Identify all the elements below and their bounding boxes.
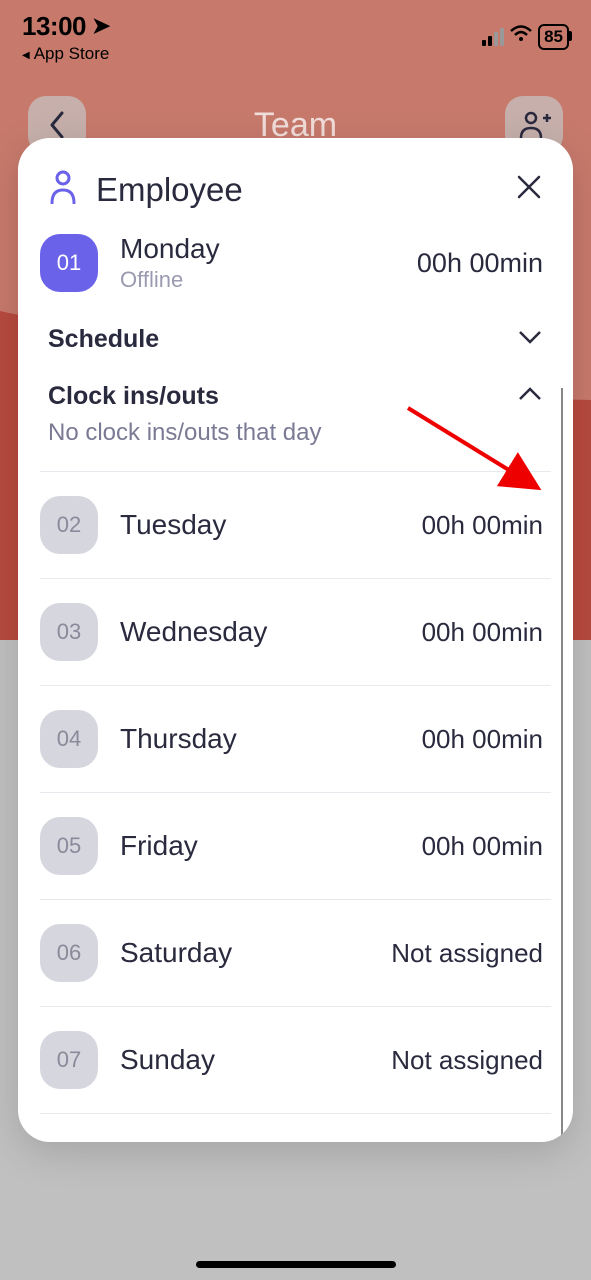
day-number-badge: 01 <box>40 234 98 292</box>
day-number-badge: 03 <box>40 603 98 661</box>
day-name: Wednesday <box>120 616 422 648</box>
back-to-app[interactable]: App Store <box>22 44 110 64</box>
status-bar: 13:00 ➤ App Store 85 <box>0 0 591 64</box>
chevron-down-icon <box>517 329 543 350</box>
day-row[interactable]: 03 Wednesday 00h 00min <box>18 579 573 685</box>
day-row-active[interactable]: 01 Monday Offline 00h 00min <box>18 227 573 311</box>
day-number-badge: 05 <box>40 817 98 875</box>
status-time: 13:00 <box>22 11 86 42</box>
schedule-section-toggle[interactable]: Schedule <box>18 311 573 368</box>
day-duration: 00h 00min <box>422 617 543 648</box>
day-name: Monday <box>120 233 417 265</box>
scrollbar[interactable] <box>561 388 563 1136</box>
cellular-signal-icon <box>482 28 504 46</box>
day-row[interactable]: 04 Thursday 00h 00min <box>18 686 573 792</box>
day-number-badge: 06 <box>40 924 98 982</box>
day-row[interactable]: 06 Saturday Not assigned <box>18 900 573 1006</box>
day-duration: Not assigned <box>391 938 543 969</box>
day-number-badge: 02 <box>40 496 98 554</box>
day-number-badge: 04 <box>40 710 98 768</box>
day-row[interactable]: 02 Tuesday 00h 00min <box>18 472 573 578</box>
day-name: Thursday <box>120 723 422 755</box>
chevron-up-icon <box>517 386 543 407</box>
day-name: Sunday <box>120 1044 391 1076</box>
day-row[interactable]: 07 Sunday Not assigned <box>18 1007 573 1113</box>
clockins-section-toggle[interactable]: Clock ins/outs <box>18 368 573 415</box>
day-number-badge: 07 <box>40 1031 98 1089</box>
day-name: Saturday <box>120 937 391 969</box>
close-button[interactable] <box>515 173 543 206</box>
person-icon <box>48 170 78 209</box>
day-duration: Not assigned <box>391 1045 543 1076</box>
home-indicator[interactable] <box>196 1261 396 1268</box>
battery-indicator: 85 <box>538 24 569 50</box>
modal-title: Employee <box>96 171 243 209</box>
day-duration: 00h 00min <box>422 831 543 862</box>
day-duration: 00h 00min <box>422 724 543 755</box>
day-duration: 00h 00min <box>417 248 543 279</box>
day-name: Tuesday <box>120 509 422 541</box>
day-name: Friday <box>120 830 422 862</box>
day-status: Offline <box>120 267 417 293</box>
location-arrow-icon: ➤ <box>92 13 110 39</box>
employee-modal: Employee 01 Monday Offline 00h 00min Sch… <box>18 138 573 1142</box>
clockins-empty-text: No clock ins/outs that day <box>18 415 573 471</box>
day-row[interactable]: 05 Friday 00h 00min <box>18 793 573 899</box>
day-duration: 00h 00min <box>422 510 543 541</box>
wifi-icon <box>510 25 532 49</box>
